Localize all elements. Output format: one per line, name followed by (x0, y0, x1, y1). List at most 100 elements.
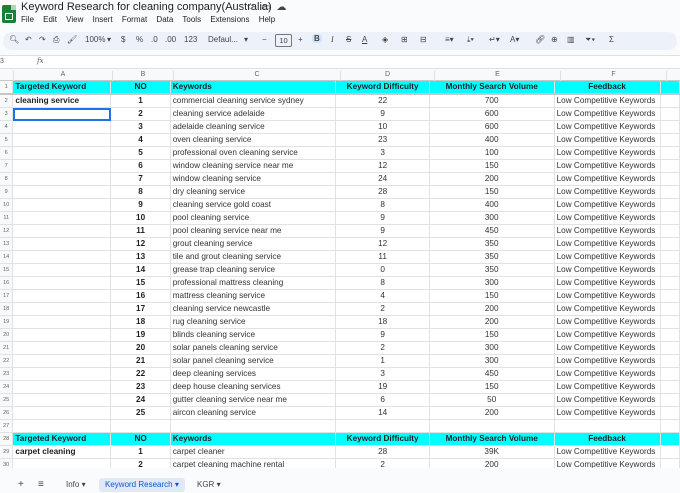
number-cell[interactable]: 21 (110, 354, 171, 368)
keyword-cell[interactable]: commercial cleaning service sydney (170, 94, 337, 108)
row-number[interactable]: 14 (0, 250, 14, 264)
empty-cell[interactable] (660, 94, 680, 108)
empty-cell[interactable] (660, 146, 680, 160)
more-formats-button[interactable]: 123 (184, 35, 197, 44)
filter-icon[interactable]: ⏷▾ (585, 35, 595, 45)
header-no[interactable]: NO (110, 432, 171, 446)
empty-cell[interactable] (660, 328, 680, 342)
number-cell[interactable]: 14 (110, 263, 171, 277)
difficulty-cell[interactable]: 3 (335, 146, 430, 160)
row-number[interactable]: 27 (0, 419, 14, 433)
feedback-cell[interactable]: Low Competitive Keywords (554, 341, 661, 355)
empty-cell[interactable] (660, 341, 680, 355)
number-cell[interactable]: 8 (110, 185, 171, 199)
menu-format[interactable]: Format (122, 15, 147, 24)
row-number[interactable]: 18 (0, 302, 14, 316)
number-cell[interactable]: 1 (110, 94, 171, 108)
fill-color-icon[interactable]: ◈ (382, 35, 388, 44)
empty-cell[interactable] (12, 367, 112, 381)
feedback-cell[interactable]: Low Competitive Keywords (554, 107, 661, 121)
feedback-cell[interactable]: Low Competitive Keywords (554, 315, 661, 329)
number-cell[interactable]: 24 (110, 393, 171, 407)
document-title[interactable]: Keyword Research for cleaning company(Au… (21, 1, 272, 13)
volume-cell[interactable]: 300 (429, 276, 555, 290)
decrease-font-size-button[interactable]: − (262, 35, 267, 44)
empty-cell[interactable] (660, 302, 680, 316)
empty-cell[interactable] (660, 81, 680, 95)
merge-cells-icon[interactable]: ⊟ (420, 35, 427, 44)
feedback-cell[interactable]: Low Competitive Keywords (554, 211, 661, 225)
keyword-cell[interactable]: cleaning service adelaide (170, 107, 337, 121)
menu-extensions[interactable]: Extensions (210, 15, 249, 24)
column-header-d[interactable]: D (341, 71, 435, 81)
volume-cell[interactable]: 350 (429, 250, 555, 264)
keyword-cell[interactable]: aircon cleaning service (170, 406, 337, 420)
empty-cell[interactable] (660, 198, 680, 212)
row-number[interactable]: 16 (0, 276, 14, 290)
row-number[interactable]: 29 (0, 445, 14, 459)
name-box[interactable]: 3 (0, 58, 4, 65)
tab-kgr[interactable]: KGR ▾ (191, 478, 227, 492)
tab-info[interactable]: Info ▾ (60, 478, 92, 492)
empty-cell[interactable] (660, 419, 680, 433)
row-number[interactable]: 15 (0, 263, 14, 277)
header-targeted-keyword[interactable]: Targeted Keyword (12, 432, 112, 446)
difficulty-cell[interactable]: 9 (335, 224, 430, 238)
tab-keyword-research[interactable]: Keyword Research ▾ (99, 478, 185, 492)
difficulty-cell[interactable]: 2 (335, 302, 430, 316)
keyword-cell[interactable]: gutter cleaning service near me (170, 393, 337, 407)
insert-link-icon[interactable]: 🔗︎ (535, 35, 545, 44)
difficulty-cell[interactable]: 6 (335, 393, 430, 407)
font-select[interactable]: Defaul... (208, 35, 238, 44)
keyword-cell[interactable]: pool cleaning service near me (170, 224, 337, 238)
row-number[interactable]: 26 (0, 406, 14, 420)
empty-cell[interactable] (660, 250, 680, 264)
functions-icon[interactable]: Σ (609, 35, 614, 44)
number-cell[interactable]: 1 (110, 445, 171, 459)
targeted-keyword-cell[interactable]: carpet cleaning (12, 445, 112, 459)
row-number[interactable]: 7 (0, 159, 14, 173)
number-cell[interactable]: 9 (110, 198, 171, 212)
currency-format-button[interactable]: $ (121, 35, 125, 44)
keyword-cell[interactable]: cleaning service newcastle (170, 302, 337, 316)
insert-comment-icon[interactable]: ⊕ (551, 35, 558, 44)
feedback-cell[interactable]: Low Competitive Keywords (554, 302, 661, 316)
feedback-cell[interactable]: Low Competitive Keywords (554, 146, 661, 160)
keyword-cell[interactable]: grout cleaning service (170, 237, 337, 251)
feedback-cell[interactable]: Low Competitive Keywords (554, 328, 661, 342)
empty-cell[interactable] (660, 211, 680, 225)
row-number[interactable]: 17 (0, 289, 14, 303)
number-cell[interactable]: 11 (110, 224, 171, 238)
volume-cell[interactable]: 300 (429, 354, 555, 368)
row-number[interactable]: 10 (0, 198, 14, 212)
redo-icon[interactable]: ↷ (39, 35, 46, 44)
empty-cell[interactable] (660, 445, 680, 459)
feedback-cell[interactable]: Low Competitive Keywords (554, 159, 661, 173)
empty-cell[interactable] (12, 380, 112, 394)
feedback-cell[interactable]: Low Competitive Keywords (554, 289, 661, 303)
column-header-a[interactable]: A (14, 71, 113, 81)
empty-cell[interactable] (660, 185, 680, 199)
header-targeted-keyword[interactable]: Targeted Keyword (12, 81, 112, 95)
row-number[interactable]: 5 (0, 133, 14, 147)
empty-cell[interactable] (554, 419, 661, 433)
feedback-cell[interactable]: Low Competitive Keywords (554, 133, 661, 147)
feedback-cell[interactable]: Low Competitive Keywords (554, 445, 661, 459)
volume-cell[interactable]: 150 (429, 159, 555, 173)
number-cell[interactable]: 16 (110, 289, 171, 303)
difficulty-cell[interactable]: 2 (335, 341, 430, 355)
header-feedback[interactable]: Feedback (554, 81, 661, 95)
insert-chart-icon[interactable]: ▥ (567, 35, 575, 44)
keyword-cell[interactable]: professional mattress cleaning (170, 276, 337, 290)
menu-view[interactable]: View (66, 15, 83, 24)
keyword-cell[interactable]: blinds cleaning service (170, 328, 337, 342)
empty-cell[interactable] (660, 393, 680, 407)
difficulty-cell[interactable]: 2 (335, 458, 430, 468)
volume-cell[interactable]: 700 (429, 94, 555, 108)
keyword-cell[interactable]: adelaide cleaning service (170, 120, 337, 134)
row-number[interactable]: 1 (0, 81, 14, 95)
volume-cell[interactable]: 400 (429, 198, 555, 212)
print-icon[interactable]: ⎙ (53, 35, 59, 45)
horizontal-align-icon[interactable]: ≡▾ (445, 35, 454, 44)
difficulty-cell[interactable]: 8 (335, 276, 430, 290)
